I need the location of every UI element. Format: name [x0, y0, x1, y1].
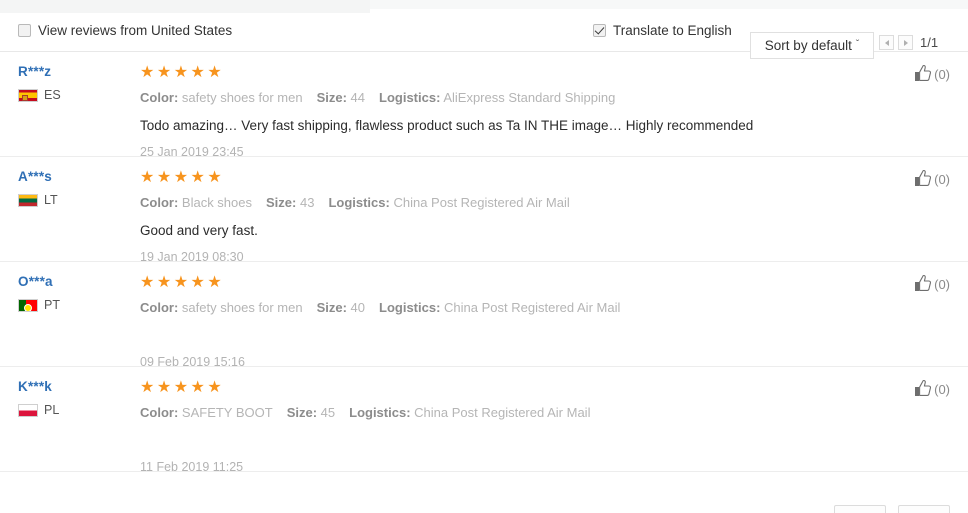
helpful-count: (0): [934, 67, 950, 82]
star-rating: ★★★★★: [140, 64, 225, 81]
page-indicator: 1/1: [920, 35, 939, 50]
logistics-value: China Post Registered Air Mail: [444, 300, 621, 315]
reviewer-name[interactable]: O***a: [18, 274, 133, 290]
star-rating: ★★★★★: [140, 169, 225, 186]
size-key: Size:: [286, 405, 318, 420]
size-value: 44: [350, 90, 366, 105]
reviewer-country: ES: [18, 89, 133, 102]
thumbs-up-icon: [915, 274, 932, 291]
color-key: Color:: [140, 300, 179, 315]
view-reviews-from-country-toggle[interactable]: View reviews from United States: [18, 23, 232, 38]
review-item: R***z ES ★★★★★ Color: safety shoes for men S…: [0, 52, 968, 160]
chevron-left-icon: [884, 39, 889, 46]
star-rating: ★★★★★: [140, 379, 225, 396]
review-comment: Todo amazing… Very fast shipping, flawle…: [140, 118, 754, 133]
color-value: SAFETY BOOT: [181, 405, 273, 420]
bottom-prev-button[interactable]: [834, 505, 886, 513]
reviewer-info: R***z ES: [18, 64, 133, 102]
reviewer-info: O***a PT: [18, 274, 133, 312]
review-attributes: Color: safety shoes for men Size: 40 Logis…: [140, 299, 898, 317]
country-code: PT: [44, 298, 60, 312]
helpful-button[interactable]: (0): [913, 64, 950, 84]
size-value: 40: [350, 300, 366, 315]
helpful-count: (0): [934, 172, 950, 187]
country-code: PL: [44, 403, 60, 417]
thumbs-up-icon: [915, 169, 932, 186]
review-list: R***z ES ★★★★★ Color: safety shoes for men S…: [0, 52, 968, 475]
reviewer-country: PT: [18, 299, 133, 312]
translate-to-english-toggle[interactable]: Translate to English: [593, 23, 732, 38]
review-body: ★★★★★ Color: Black shoes Size: 43 Logistics…: [140, 169, 898, 265]
page-top-strip-inner: [0, 0, 370, 13]
review-comment: Good and very fast.: [140, 223, 258, 238]
reviews-toolbar: View reviews from United States Translat…: [0, 13, 968, 59]
review-comment: [140, 326, 898, 345]
reviewer-country: PL: [18, 404, 133, 417]
review-body: ★★★★★ Color: safety shoes for men Size: 40…: [140, 274, 898, 370]
next-page-button[interactable]: [898, 35, 913, 50]
review-item: O***a PT ★★★★★ Color: safety shoes for men S…: [0, 262, 968, 370]
translate-label: Translate to English: [613, 23, 732, 38]
reviews-page: View reviews from United States Translat…: [0, 0, 968, 513]
review-attributes: Color: SAFETY BOOT Size: 45 Logistics: Chi…: [140, 404, 898, 422]
reviewer-name[interactable]: K***k: [18, 379, 133, 395]
chevron-down-icon: ˇ: [855, 38, 860, 50]
sort-by-label: Sort by default: [764, 38, 852, 53]
color-value: safety shoes for men: [181, 300, 303, 315]
logistics-key: Logistics:: [328, 195, 390, 210]
country-code: ES: [44, 88, 61, 102]
logistics-value: China Post Registered Air Mail: [393, 195, 570, 210]
view-reviews-checkbox[interactable]: [18, 24, 31, 37]
review-date: 11 Feb 2019 11:25: [140, 460, 244, 474]
color-value: safety shoes for men: [181, 90, 303, 105]
size-value: 43: [299, 195, 315, 210]
helpful-button[interactable]: (0): [913, 379, 950, 399]
color-key: Color:: [140, 90, 179, 105]
size-key: Size:: [316, 90, 347, 105]
prev-page-button[interactable]: [879, 35, 894, 50]
reviewer-info: A***s LT: [18, 169, 133, 207]
size-value: 45: [320, 405, 336, 420]
helpful-count: (0): [934, 382, 950, 397]
logistics-value: AliExpress Standard Shipping: [443, 90, 616, 105]
reviewer-info: K***k PL: [18, 379, 133, 417]
country-flag-icon: [18, 89, 38, 102]
star-rating: ★★★★★: [140, 274, 225, 291]
helpful-button[interactable]: (0): [913, 169, 950, 189]
reviewer-name[interactable]: R***z: [18, 64, 133, 80]
thumbs-up-icon: [915, 64, 932, 81]
chevron-right-icon: [903, 39, 908, 46]
logistics-key: Logistics:: [379, 300, 441, 315]
review-body: ★★★★★ Color: safety shoes for men Size: 44…: [140, 64, 898, 160]
review-body: ★★★★★ Color: SAFETY BOOT Size: 45 Logistics…: [140, 379, 898, 475]
color-key: Color:: [140, 405, 179, 420]
country-flag-icon: [18, 194, 38, 207]
country-flag-icon: [18, 404, 38, 417]
logistics-key: Logistics:: [379, 90, 441, 105]
country-flag-icon: [18, 299, 38, 312]
review-attributes: Color: Black shoes Size: 43 Logistics: Chi…: [140, 194, 898, 212]
page-top-strip: [0, 0, 968, 13]
helpful-button[interactable]: (0): [913, 274, 950, 294]
review-attributes: Color: safety shoes for men Size: 44 Logis…: [140, 89, 898, 107]
view-reviews-label: View reviews from United States: [38, 23, 233, 38]
size-key: Size:: [316, 300, 347, 315]
thumbs-up-icon: [915, 379, 932, 396]
review-comment: [140, 431, 898, 450]
country-code: LT: [44, 193, 58, 207]
color-value: Black shoes: [181, 195, 252, 210]
bottom-pagination-area: [0, 489, 968, 513]
reviewer-name[interactable]: A***s: [18, 169, 133, 185]
helpful-count: (0): [934, 277, 950, 292]
translate-checkbox[interactable]: [593, 24, 606, 37]
reviewer-country: LT: [18, 194, 133, 207]
logistics-value: China Post Registered Air Mail: [414, 405, 591, 420]
bottom-next-button[interactable]: [898, 505, 950, 513]
size-key: Size:: [266, 195, 297, 210]
review-item: A***s LT ★★★★★ Color: Black shoes Size: 43 Lo…: [0, 157, 968, 265]
top-pagination: 1/1: [879, 35, 938, 50]
color-key: Color:: [140, 195, 179, 210]
logistics-key: Logistics:: [349, 405, 411, 420]
review-item: K***k PL ★★★★★ Color: SAFETY BOOT Size: 45 Lo…: [0, 367, 968, 475]
